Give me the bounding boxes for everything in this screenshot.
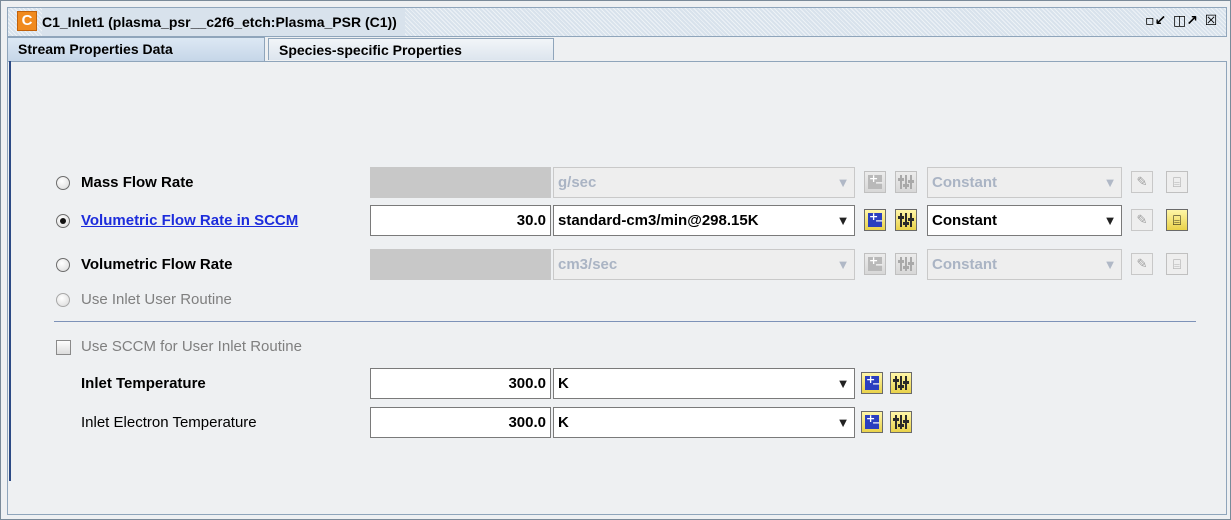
use-sccm-label: Use SCCM for User Inlet Routine (81, 338, 302, 355)
sliders-icon (898, 256, 914, 272)
sccm-flow-rate-radio[interactable] (56, 214, 70, 228)
sccm-unit-select[interactable]: standard-cm3/min@298.15K ▼ (553, 205, 855, 236)
volumetric-unit-select: cm3/sec ▼ (553, 249, 855, 280)
inlet-temperature-param-button[interactable] (890, 372, 912, 394)
mass-flow-unit-button (864, 171, 886, 193)
chevron-down-icon: ▼ (836, 257, 850, 272)
chevron-down-icon: ▼ (1103, 175, 1117, 190)
electron-temperature-unit-value: K (558, 414, 569, 431)
plus-minus-icon (868, 172, 883, 189)
plus-minus-icon (868, 254, 883, 271)
user-routine-label: Use Inlet User Routine (81, 291, 232, 308)
mass-flow-rate-field (370, 167, 551, 198)
sccm-profile-select[interactable]: Constant ▼ (927, 205, 1122, 236)
inlet-temperature-label: Inlet Temperature (81, 375, 206, 392)
mass-flow-rate-label: Mass Flow Rate (81, 174, 194, 191)
use-sccm-checkbox[interactable] (56, 340, 71, 355)
tab-stream-properties-data[interactable]: Stream Properties Data (7, 37, 265, 61)
sliders-icon (898, 212, 914, 228)
plus-minus-icon (868, 210, 883, 227)
window-title: C1_Inlet1 (plasma_psr__c2f6_etch:Plasma_… (42, 8, 405, 36)
folder-graph-icon: ⌸ (1166, 171, 1188, 193)
chevron-down-icon[interactable]: ▼ (1099, 206, 1121, 235)
sliders-icon (898, 174, 914, 190)
app-icon: C (17, 11, 37, 31)
volumetric-profile-select: Constant ▼ (927, 249, 1122, 280)
chevron-down-icon[interactable]: ▼ (832, 408, 854, 437)
sccm-flow-rate-input[interactable]: 30.0 (370, 205, 551, 236)
folder-graph-icon[interactable]: ⌸ (1166, 209, 1188, 231)
chevron-down-icon[interactable]: ▼ (832, 206, 854, 235)
volumetric-unit-value: cm3/sec (558, 256, 618, 273)
mass-flow-rate-radio[interactable] (56, 176, 70, 190)
mass-flow-profile-select: Constant ▼ (927, 167, 1122, 198)
electron-temperature-input[interactable]: 300.0 (370, 407, 551, 438)
tab-species-specific-properties[interactable]: Species-specific Properties (268, 38, 554, 60)
pencil-icon: ✎ (1131, 209, 1153, 231)
electron-temperature-unit-button[interactable] (861, 411, 883, 433)
electron-temperature-label: Inlet Electron Temperature (81, 414, 257, 431)
tab-strip: Stream Properties Data Species-specific … (7, 35, 1225, 61)
title-bar[interactable]: C C1_Inlet1 (plasma_psr__c2f6_etch:Plasm… (7, 7, 1227, 37)
window-frame: C C1_Inlet1 (plasma_psr__c2f6_etch:Plasm… (0, 0, 1231, 520)
volumetric-flow-rate-radio[interactable] (56, 258, 70, 272)
volumetric-flow-rate-label: Volumetric Flow Rate (81, 256, 233, 273)
volumetric-unit-button (864, 253, 886, 275)
section-divider (54, 321, 1196, 322)
volumetric-param-button (895, 253, 917, 275)
tab-panel (7, 61, 1227, 515)
sliders-icon (893, 375, 909, 391)
user-routine-radio[interactable] (56, 293, 70, 307)
electron-temperature-param-button[interactable] (890, 411, 912, 433)
restore-icon[interactable]: ▫↙ (1145, 12, 1166, 30)
sccm-profile-value: Constant (932, 212, 997, 229)
folder-graph-icon: ⌸ (1166, 253, 1188, 275)
close-icon[interactable]: ☒ (1202, 12, 1220, 30)
chevron-down-icon: ▼ (836, 175, 850, 190)
pencil-icon: ✎ (1131, 171, 1153, 193)
maximize-icon[interactable]: ◫↗ (1173, 12, 1198, 30)
panel-left-edge (9, 61, 11, 481)
inlet-temperature-unit-value: K (558, 375, 569, 392)
mass-flow-profile-value: Constant (932, 174, 997, 191)
inlet-temperature-unit-button[interactable] (861, 372, 883, 394)
electron-temperature-unit-select[interactable]: K ▼ (553, 407, 855, 438)
volumetric-flow-rate-field (370, 249, 551, 280)
pencil-icon: ✎ (1131, 253, 1153, 275)
chevron-down-icon[interactable]: ▼ (832, 369, 854, 398)
sccm-param-button[interactable] (895, 209, 917, 231)
inlet-temperature-unit-select[interactable]: K ▼ (553, 368, 855, 399)
sccm-unit-value: standard-cm3/min@298.15K (558, 212, 759, 229)
plus-minus-icon (865, 412, 880, 429)
mass-flow-unit-value: g/sec (558, 174, 597, 191)
mass-flow-param-button (895, 171, 917, 193)
volumetric-profile-value: Constant (932, 256, 997, 273)
plus-minus-icon (865, 373, 880, 390)
sliders-icon (893, 414, 909, 430)
sccm-unit-button[interactable] (864, 209, 886, 231)
sccm-flow-rate-link[interactable]: Volumetric Flow Rate in SCCM (81, 212, 298, 229)
inlet-temperature-input[interactable]: 300.0 (370, 368, 551, 399)
chevron-down-icon: ▼ (1103, 257, 1117, 272)
mass-flow-unit-select: g/sec ▼ (553, 167, 855, 198)
